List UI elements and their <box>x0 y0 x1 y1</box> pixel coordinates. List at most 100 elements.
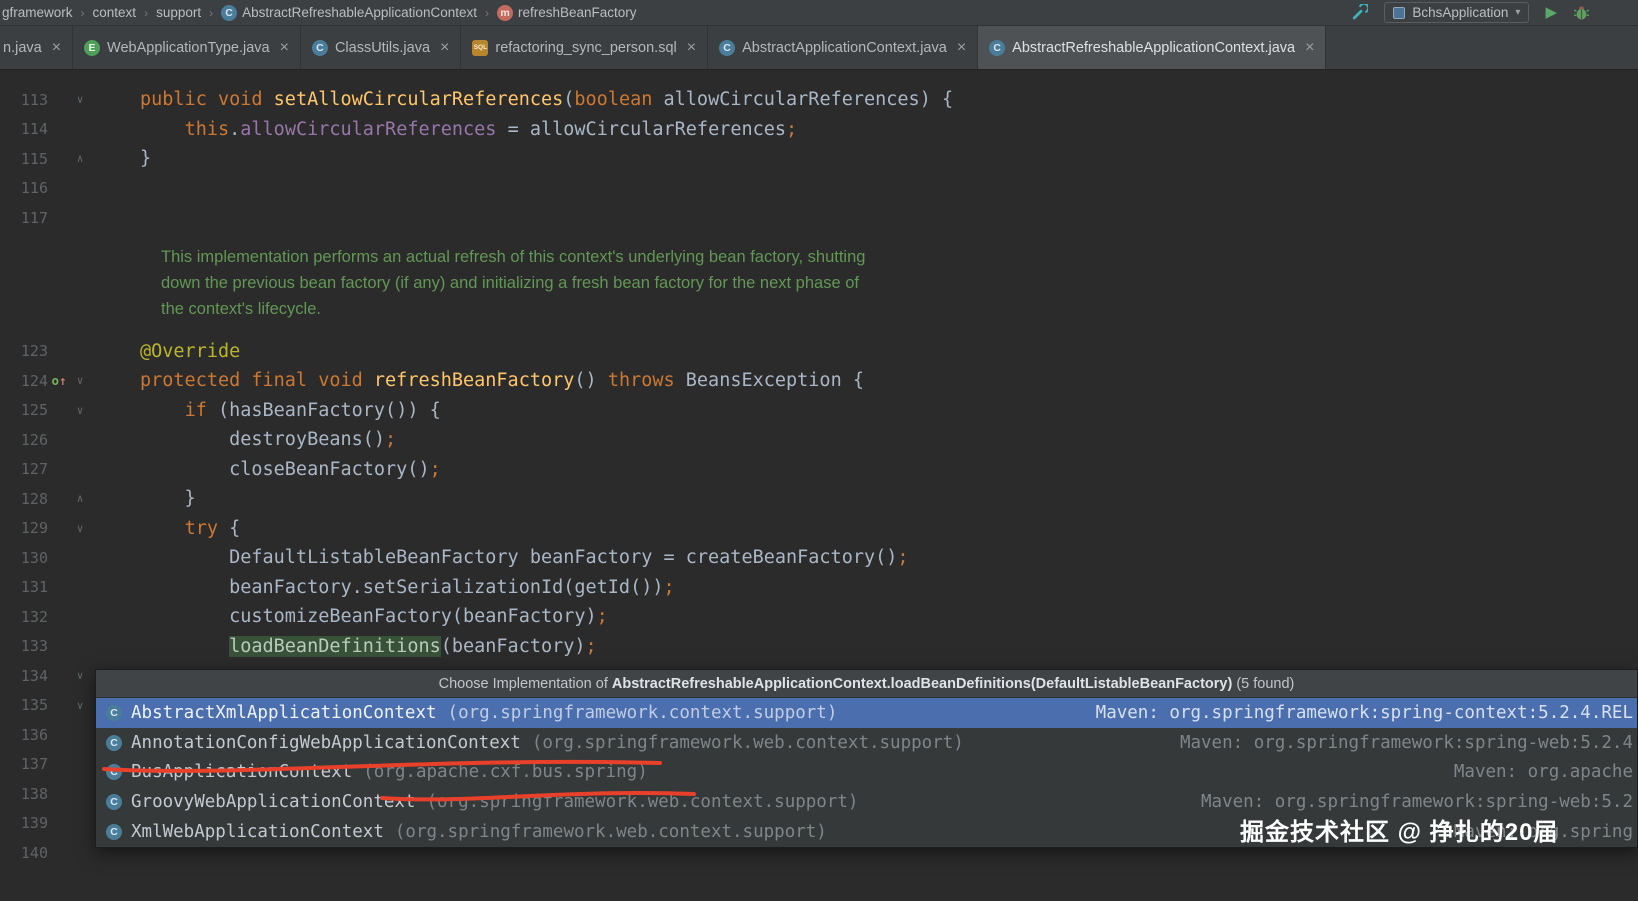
line-number[interactable]: 127 <box>0 460 48 478</box>
code-token: @Override <box>140 340 241 362</box>
code-line[interactable]: this.allowCircularReferences = allowCirc… <box>95 118 798 140</box>
debug-icon[interactable] <box>1573 4 1590 21</box>
overriding-method-icon[interactable]: o↑ <box>48 373 70 388</box>
line-number[interactable]: 134 <box>0 667 48 685</box>
line-number[interactable]: 115 <box>0 150 48 168</box>
line-number[interactable]: 113 <box>0 91 48 109</box>
breadcrumb-item-refreshbeanfactory[interactable]: m refreshBeanFactory <box>496 4 637 21</box>
class-icon: C <box>221 4 238 21</box>
line-number[interactable]: 117 <box>0 209 48 227</box>
breadcrumb-item-context[interactable]: context <box>93 5 137 20</box>
run-button[interactable]: ▶ <box>1545 5 1557 20</box>
code-line[interactable]: customizeBeanFactory(beanFactory); <box>95 606 608 627</box>
fold-marker-icon[interactable]: ∨ <box>70 669 90 682</box>
code-token: public <box>140 89 218 111</box>
close-icon[interactable]: × <box>52 39 61 56</box>
tab-ClassUtils.java[interactable]: C ClassUtils.java × <box>301 26 462 69</box>
breadcrumb: gframework › context › support › C AbstractRefr… <box>2 4 637 21</box>
line-number[interactable]: 116 <box>0 179 48 197</box>
code-line[interactable]: loadBeanDefinitions(beanFactory); <box>95 635 597 657</box>
chevron-down-icon: ▾ <box>1515 7 1521 18</box>
implementation-package: (org.springframework.web.context.support… <box>426 792 859 813</box>
line-number[interactable]: 125 <box>0 401 48 419</box>
tab-AbstractApplicationContext.java[interactable]: C AbstractApplicationContext.java × <box>708 26 979 69</box>
fold-marker-icon[interactable]: ∨ <box>70 404 90 417</box>
line-number[interactable]: 135 <box>0 696 48 714</box>
wrench-icon[interactable] <box>1351 4 1369 21</box>
gutter: 138 <box>0 779 95 809</box>
tab-n.java[interactable]: n.java × <box>0 26 74 69</box>
code-token: void <box>217 89 274 111</box>
line-number[interactable]: 133 <box>0 637 48 655</box>
code-line[interactable]: try { <box>95 517 241 539</box>
line-number[interactable]: 123 <box>0 342 48 360</box>
code-line[interactable]: DefaultListableBeanFactory beanFactory =… <box>95 547 908 568</box>
code-line[interactable]: beanFactory.setSerializationId(getId()); <box>95 577 675 598</box>
line-number[interactable]: 114 <box>0 120 48 138</box>
javadoc-line: the context's lifecycle. <box>161 300 321 318</box>
tab-bar: n.java × E WebApplicationType.java × C ClassUt… <box>0 26 1638 70</box>
breadcrumb-separator: › <box>484 5 489 20</box>
code-line[interactable]: } <box>95 488 196 509</box>
code-line[interactable]: } <box>95 148 151 169</box>
line-number[interactable]: 130 <box>0 549 48 567</box>
line-number[interactable]: 128 <box>0 490 48 508</box>
close-icon[interactable]: × <box>440 39 449 56</box>
code-line[interactable]: public void setAllowCircularReferences(b… <box>95 89 953 110</box>
close-icon[interactable]: × <box>280 39 289 56</box>
code-token: if <box>184 399 218 421</box>
tab-refactoring_sync_person.sql[interactable]: SQL refactoring_sync_person.sql × <box>461 26 709 69</box>
line-number[interactable]: 136 <box>0 726 48 744</box>
breadcrumb-item-gframework[interactable]: gframework <box>2 5 73 20</box>
code-token: customizeBeanFactory(beanFactory) <box>140 606 597 628</box>
code-token: = allowCircularReferences <box>496 118 787 140</box>
line-number[interactable]: 137 <box>0 755 48 773</box>
code-line[interactable]: protected final void refreshBeanFactory(… <box>95 370 864 391</box>
line-number[interactable]: 129 <box>0 519 48 537</box>
close-icon[interactable]: × <box>1305 39 1314 56</box>
gutter: 128 ∧ <box>0 484 95 514</box>
line-number[interactable]: 131 <box>0 578 48 596</box>
gutter <box>0 297 95 323</box>
breadcrumb-item-abstractrefreshableapplicationcontext[interactable]: C AbstractRefreshableApplicationContext <box>221 4 477 21</box>
gutter: 124 o↑ ∨ <box>0 366 95 396</box>
code-line[interactable]: destroyBeans(); <box>95 429 396 450</box>
implementation-item-AnnotationConfigWebApplicationContext[interactable]: C AnnotationConfigWebApplicationContext (o… <box>96 728 1637 758</box>
fold-marker-icon[interactable]: ∧ <box>70 492 90 505</box>
code-token: { <box>229 517 241 539</box>
line-number[interactable]: 140 <box>0 844 48 862</box>
code-token: ; <box>786 118 798 140</box>
code-line[interactable]: if (hasBeanFactory()) { <box>95 400 441 421</box>
gutter: 126 <box>0 425 95 455</box>
code-token: closeBeanFactory() <box>140 458 430 480</box>
gutter: 135 ∨ <box>0 691 95 721</box>
tab-AbstractRefreshableApplicationContext.java[interactable]: C AbstractRefreshableApplicationContext.j… <box>978 26 1327 69</box>
fold-marker-icon[interactable]: ∧ <box>70 152 90 165</box>
gutter <box>0 271 95 297</box>
line-number[interactable]: 124 <box>0 372 48 390</box>
line-number[interactable]: 138 <box>0 785 48 803</box>
line-number[interactable]: 139 <box>0 814 48 832</box>
popup-title: Choose Implementation of AbstractRefresh… <box>96 670 1637 698</box>
editor-row: This implementation performs an actual r… <box>0 245 1638 271</box>
tab-WebApplicationType.java[interactable]: E WebApplicationType.java × <box>73 26 301 69</box>
close-icon[interactable]: × <box>957 39 966 56</box>
fold-marker-icon[interactable]: ∨ <box>70 522 90 535</box>
fold-marker-icon[interactable]: ∨ <box>70 93 90 106</box>
code-line[interactable]: @Override <box>95 341 240 362</box>
line-number[interactable]: 132 <box>0 608 48 626</box>
fold-marker-icon[interactable]: ∨ <box>70 699 90 712</box>
gutter: 136 <box>0 720 95 750</box>
close-icon[interactable]: × <box>687 39 696 56</box>
editor-row: 124 o↑ ∨ protected final void refreshBeanFa… <box>0 366 1638 396</box>
line-number[interactable]: 126 <box>0 431 48 449</box>
editor-row: 114 this.allowCircularReferences = allow… <box>0 115 1638 145</box>
breadcrumb-item-support[interactable]: support <box>156 5 201 20</box>
code-token: refreshBeanFactory <box>373 370 575 392</box>
implementation-item-BusApplicationContext[interactable]: C BusApplicationContext (org.apache.cxf.bu… <box>96 758 1637 788</box>
implementation-item-AbstractXmlApplicationContext[interactable]: C AbstractXmlApplicationContext (org.sprin… <box>96 698 1637 728</box>
code-line[interactable]: closeBeanFactory(); <box>95 459 441 480</box>
fold-marker-icon[interactable]: ∨ <box>70 374 90 387</box>
run-configuration-selector[interactable]: BchsApplication ▾ <box>1384 2 1530 23</box>
